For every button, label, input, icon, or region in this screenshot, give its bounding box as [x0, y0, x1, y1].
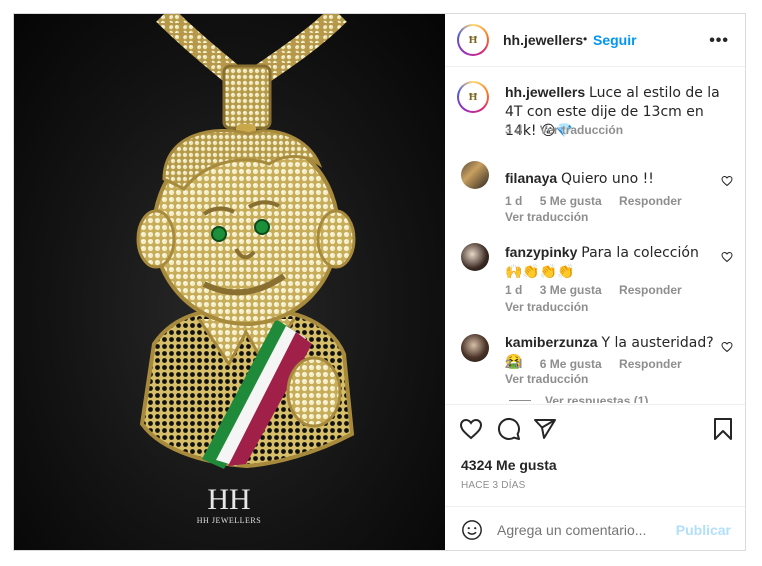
publish-button[interactable]: Publicar [676, 522, 731, 538]
comment-age[interactable]: 1 d [505, 194, 522, 208]
caption-age[interactable]: 3 d [505, 123, 522, 137]
heart-icon[interactable] [721, 175, 733, 187]
comment-translate[interactable]: Ver traducción [505, 372, 588, 386]
share-icon[interactable] [533, 417, 557, 441]
pendant-illustration: HH HH JEWELLERS [136, 14, 356, 525]
heart-icon[interactable] [721, 341, 733, 353]
comment-translate[interactable]: Ver traducción [505, 210, 588, 224]
heart-icon[interactable] [721, 251, 733, 263]
post-side-panel: Ħ hh.jewellers • Seguir ••• Ħ hh.jewelle… [445, 14, 745, 550]
likes-count[interactable]: 4324 Me gusta [461, 457, 557, 473]
watermark-text: HH JEWELLERS [197, 516, 261, 525]
avatar[interactable]: Ħ [457, 24, 489, 56]
reply-button[interactable]: Responder [619, 283, 682, 297]
header-separator: • [583, 32, 588, 46]
caption: Ħ hh.jewellers Luce al estilo de la 4T c… [445, 67, 745, 157]
caption-avatar[interactable]: Ħ [457, 81, 489, 113]
avatar[interactable] [461, 243, 489, 271]
comment-translate[interactable]: Ver traducción [505, 300, 588, 314]
avatar-monogram: Ħ [468, 91, 478, 103]
smiley-icon[interactable] [461, 519, 483, 541]
caption-translate[interactable]: Ver traducción [540, 123, 623, 137]
comment-age[interactable]: 2 d [505, 357, 522, 371]
reply-button[interactable]: Responder [619, 194, 682, 208]
comment-username[interactable]: filanaya [505, 170, 557, 186]
avatar-monogram: Ħ [468, 34, 478, 46]
follow-button[interactable]: Seguir [593, 32, 637, 48]
replies-divider [509, 400, 531, 401]
comment-input[interactable] [495, 519, 679, 541]
comment-likes[interactable]: 5 Me gusta [540, 194, 602, 208]
bookmark-icon[interactable] [711, 417, 735, 441]
list-item: kamiberzunza Y la austeridad? 🤮 2 d 6 Me… [445, 319, 745, 403]
post-header: Ħ hh.jewellers • Seguir ••• [445, 14, 745, 67]
avatar[interactable] [461, 161, 489, 189]
add-comment-bar: Publicar [445, 506, 745, 552]
list-item: fanzypinky Para la colección 🙌👏👏👏 1 d 3 … [445, 229, 745, 319]
comment-icon[interactable] [497, 417, 521, 441]
reply-button[interactable]: Responder [619, 357, 682, 371]
comment-username[interactable]: kamiberzunza [505, 334, 598, 350]
comment-age[interactable]: 1 d [505, 283, 522, 297]
avatar[interactable] [461, 334, 489, 362]
view-replies-button[interactable]: Ver respuestas (1) [545, 394, 648, 403]
comment-text: Quiero uno !! [561, 171, 654, 187]
header-username[interactable]: hh.jewellers [503, 32, 583, 48]
post-card: HH HH JEWELLERS Ħ hh.jewellers • Seguir … [13, 13, 746, 551]
more-horizontal-icon[interactable]: ••• [709, 32, 729, 50]
heart-icon[interactable] [459, 417, 483, 441]
watermark-logo: HH [207, 483, 250, 516]
action-bar: 4324 Me gusta HACE 3 DÍAS Publicar [445, 404, 745, 551]
comment-likes[interactable]: 6 Me gusta [540, 357, 602, 371]
post-time[interactable]: HACE 3 DÍAS [461, 480, 525, 491]
comment-likes[interactable]: 3 Me gusta [540, 283, 602, 297]
list-item: filanaya Quiero uno !! 1 d 5 Me gusta Re… [445, 157, 745, 229]
comments-list[interactable]: Ħ hh.jewellers Luce al estilo de la 4T c… [445, 67, 745, 403]
post-image[interactable]: HH HH JEWELLERS [14, 14, 445, 550]
caption-username[interactable]: hh.jewellers [505, 84, 585, 100]
comment-username[interactable]: fanzypinky [505, 244, 577, 260]
